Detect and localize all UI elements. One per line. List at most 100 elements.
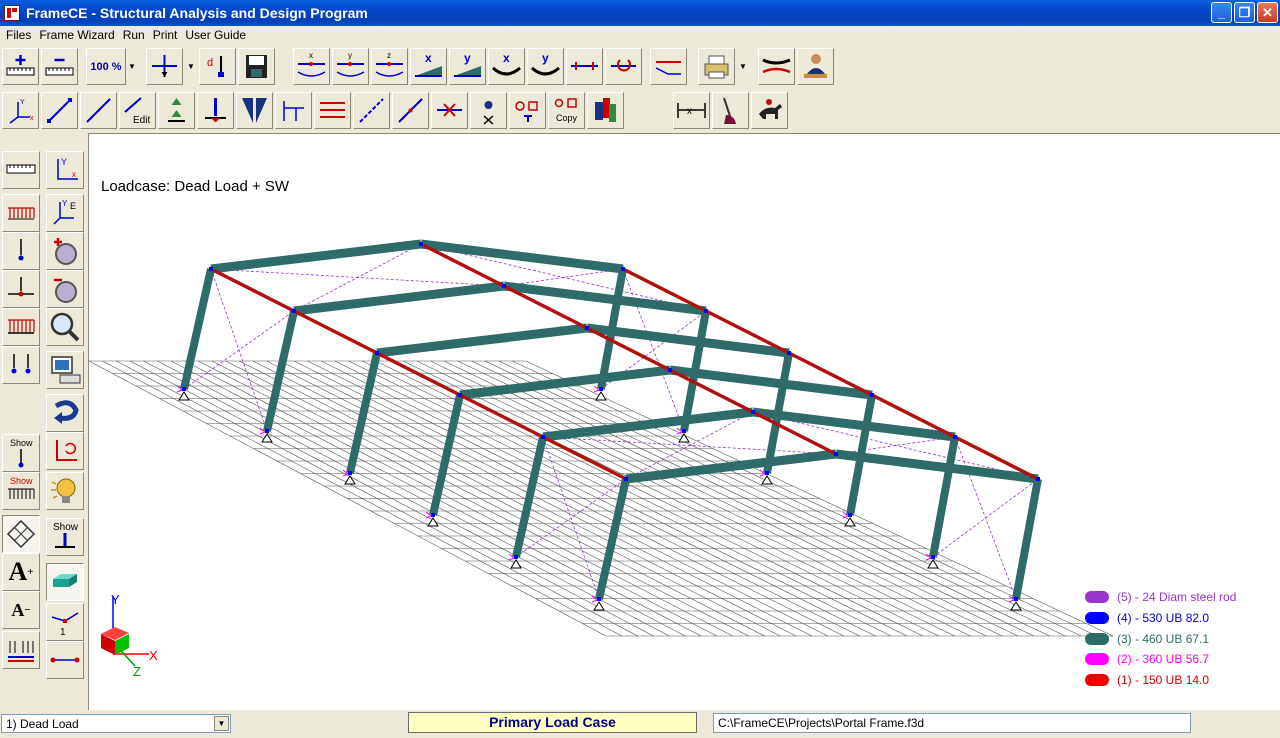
show-supports-button[interactable]: Show	[46, 518, 84, 556]
distributed-load-button[interactable]	[2, 194, 40, 232]
menu-frame-wizard[interactable]: Frame Wizard	[35, 28, 118, 42]
node-loads-button[interactable]	[2, 346, 40, 384]
floppy-disk-icon	[246, 55, 267, 78]
udl-button[interactable]	[2, 308, 40, 346]
zoom-window-button[interactable]	[46, 308, 84, 346]
hints-button[interactable]	[46, 472, 84, 510]
print-dropdown-arrow[interactable]: ▼	[737, 48, 749, 85]
rotate-arrow-icon	[54, 400, 79, 424]
mirror-button[interactable]	[236, 92, 273, 129]
member-point-load-button[interactable]	[2, 270, 40, 308]
menu-files[interactable]: Files	[2, 28, 35, 42]
svg-text:x: x	[687, 106, 692, 117]
y-shear-button[interactable]: y	[449, 48, 486, 85]
node-support-button[interactable]	[509, 92, 546, 129]
minus-icon: −	[24, 604, 31, 616]
menu-bar: Files Frame Wizard Run Print User Guide	[0, 26, 1280, 44]
dimension-icon: d	[207, 56, 224, 77]
axes-icon: Yx	[9, 99, 34, 124]
x-deflection-icon: x	[491, 51, 521, 76]
menu-run[interactable]: Run	[119, 28, 149, 42]
printer-icon	[704, 55, 729, 79]
ruler-button[interactable]	[2, 151, 40, 189]
axes-view-button[interactable]: Yx	[2, 92, 39, 129]
zoom-in-button[interactable]	[46, 232, 84, 270]
member-numbers-button[interactable]: 1	[46, 603, 84, 641]
deflected-shape-icon	[762, 58, 791, 74]
node-move-dropdown-arrow[interactable]: ▼	[185, 48, 197, 85]
menu-print[interactable]: Print	[149, 28, 182, 42]
animate-button[interactable]	[751, 92, 788, 129]
node-move-button[interactable]	[146, 48, 183, 85]
axial-force-button[interactable]	[566, 48, 603, 85]
copy-button[interactable]: Copy	[548, 92, 585, 129]
render-3d-button[interactable]	[2, 515, 40, 553]
print-button[interactable]	[698, 48, 735, 85]
scale-down-button[interactable]	[41, 48, 78, 85]
show-distributed-loads-button[interactable]: Show	[2, 472, 40, 510]
point-load-icon	[18, 239, 24, 261]
scale-up-button[interactable]	[2, 48, 39, 85]
dimension-button[interactable]: d	[199, 48, 236, 85]
close-button[interactable]: ✕	[1257, 2, 1278, 23]
menu-user-guide[interactable]: User Guide	[181, 28, 250, 42]
rotate-view-button[interactable]	[46, 394, 84, 432]
svg-text:Show: Show	[53, 522, 79, 533]
diagonal-member-button[interactable]	[353, 92, 390, 129]
torsion-button[interactable]	[605, 48, 642, 85]
local-axes-button[interactable]	[46, 432, 84, 470]
x-shear-button[interactable]: x	[410, 48, 447, 85]
computer-view-button[interactable]	[46, 351, 84, 389]
view-3d-axes-button[interactable]: YE	[46, 194, 84, 232]
point-load-button[interactable]	[2, 232, 40, 270]
maximize-button[interactable]: ❐	[1234, 2, 1255, 23]
load-case-select[interactable]: 1) Dead Load ▼	[1, 714, 231, 733]
zoom-level-button[interactable]: 100 %	[86, 48, 126, 85]
edit-member-button[interactable]: Edit	[119, 92, 156, 129]
legend-swatch	[1085, 653, 1109, 665]
render-solid-button[interactable]	[46, 563, 84, 601]
save-button[interactable]	[238, 48, 275, 85]
font-larger-button[interactable]: A +	[2, 553, 40, 591]
deflected-shape-button[interactable]	[758, 48, 795, 85]
x-axis-label: X	[149, 648, 158, 663]
edit-icon: Edit	[124, 97, 150, 126]
svg-text:Edit: Edit	[133, 115, 150, 126]
z-moment-button[interactable]: z	[371, 48, 408, 85]
delete-node-button[interactable]	[470, 92, 507, 129]
member-diagram-button[interactable]	[650, 48, 687, 85]
load-values-button[interactable]	[2, 631, 40, 669]
app-icon	[4, 5, 20, 21]
split-member-icon	[398, 98, 423, 123]
view-xy-button[interactable]: Yx	[46, 151, 84, 189]
minimize-button[interactable]: _	[1211, 2, 1232, 23]
x-deflection-button[interactable]: x	[488, 48, 525, 85]
y-deflection-button[interactable]: y	[527, 48, 564, 85]
show-supports-icon: Show	[53, 522, 79, 548]
grid-frame-button[interactable]	[275, 92, 312, 129]
legend-swatch	[1085, 591, 1109, 603]
x-moment-button[interactable]: x	[293, 48, 330, 85]
clear-button[interactable]	[712, 92, 749, 129]
distance-measure-button[interactable]: x	[673, 92, 710, 129]
node-tool-button[interactable]	[158, 92, 195, 129]
member-end-icon	[50, 657, 80, 663]
member-end-button[interactable]	[46, 641, 84, 679]
zoom-dropdown-arrow[interactable]: ▼	[126, 48, 138, 85]
legend-label: (4) - 530 UB 82.0	[1117, 611, 1210, 625]
sections-button[interactable]	[587, 92, 624, 129]
zoom-out-button[interactable]	[46, 270, 84, 308]
svg-text:Y: Y	[62, 199, 68, 208]
draw-member-button[interactable]	[41, 92, 78, 129]
model-canvas[interactable]: Loadcase: Dead Load + SW Y X Z (5) - 24 …	[88, 133, 1280, 710]
designer-button[interactable]	[797, 48, 834, 85]
font-smaller-button[interactable]: A −	[2, 591, 40, 629]
parallel-members-button[interactable]	[314, 92, 351, 129]
add-support-button[interactable]	[197, 92, 234, 129]
draw-line-button[interactable]	[80, 92, 117, 129]
delete-member-button[interactable]	[431, 92, 468, 129]
chevron-down-icon[interactable]: ▼	[214, 716, 229, 731]
show-point-loads-button[interactable]: Show	[2, 434, 40, 472]
split-member-button[interactable]	[392, 92, 429, 129]
y-moment-button[interactable]: y	[332, 48, 369, 85]
